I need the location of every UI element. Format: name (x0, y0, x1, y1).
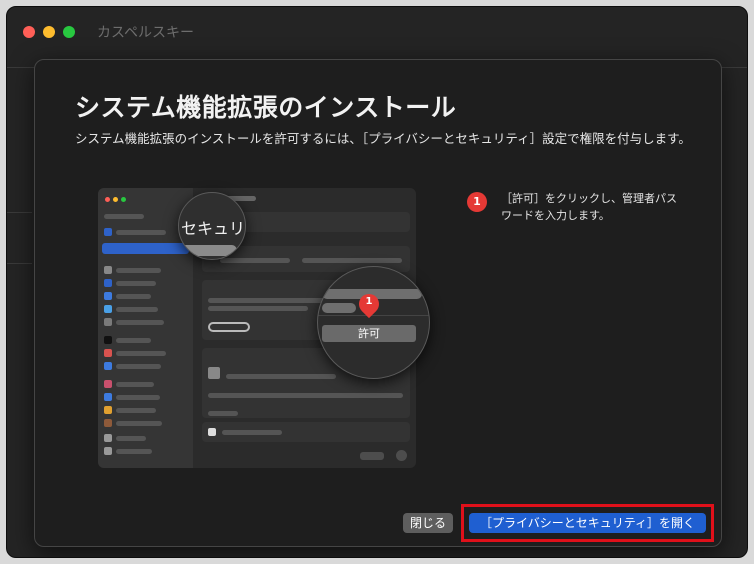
mock-sidebar-bar (116, 351, 166, 356)
mock-sidebar-bar (116, 230, 166, 235)
mock-sidebar-bar (116, 320, 164, 325)
highlight-frame: ［プライバシーとセキュリティ］を開く (461, 504, 714, 542)
background-divider (7, 212, 32, 213)
magnifier-divider (318, 315, 429, 316)
mock-sidebar-bar (116, 421, 162, 426)
mock-sidebar-icon (104, 406, 112, 414)
mock-sidebar-icon (104, 292, 112, 300)
mock-panel-bar (222, 430, 282, 435)
background-divider (7, 263, 32, 264)
magnifier-bar (179, 245, 237, 256)
mock-panel-bar (208, 298, 328, 303)
close-window-icon[interactable] (23, 26, 35, 38)
mock-panel-bar (226, 374, 336, 379)
magnifier-security-label: セキュリ (178, 192, 246, 260)
dialog-description: システム機能拡張のインストールを許可するには、［プライバシーとセキュリティ］設定… (75, 131, 691, 146)
mock-sidebar-bar (116, 364, 161, 369)
mock-sidebar-bar (116, 395, 160, 400)
mock-sidebar-bar (116, 382, 154, 387)
mock-sidebar-bar (116, 338, 151, 343)
mock-footer-button (360, 452, 384, 460)
mock-sidebar-icon (104, 305, 112, 313)
mock-sidebar-bar (116, 408, 156, 413)
mock-sidebar-bar (116, 294, 151, 299)
close-button[interactable]: 閉じる (403, 513, 453, 533)
mock-allow-button: 許可 (322, 325, 416, 342)
mock-sidebar-icon (104, 419, 112, 427)
pin-number: 1 (365, 296, 373, 307)
mock-panel-bar (208, 393, 403, 398)
titlebar: カスペルスキー (7, 7, 747, 53)
mock-selected-item (102, 243, 189, 254)
mock-search-bar (104, 214, 144, 219)
mock-panel-icon (208, 428, 216, 436)
mock-sidebar-icon (104, 266, 112, 274)
mock-sidebar-icon (104, 393, 112, 401)
app-title: カスペルスキー (97, 25, 195, 41)
mock-sidebar-bar (116, 449, 152, 454)
mock-sidebar-icon (104, 380, 112, 388)
mock-sidebar-icon (104, 447, 112, 455)
mock-sidebar-bar (116, 436, 146, 441)
mock-sidebar-icon (104, 279, 112, 287)
mock-minimize-dot (113, 197, 118, 202)
step-number-badge: 1 (467, 192, 487, 212)
mock-sidebar-bar (116, 281, 156, 286)
mock-help-icon (396, 450, 407, 461)
settings-illustration: セキュリ 1 許可 (98, 188, 430, 468)
mock-panel-bar (208, 306, 308, 311)
mock-panel-bar (208, 411, 238, 416)
mock-sidebar-icon (104, 318, 112, 326)
magnifier-allow-button: 1 許可 (317, 266, 430, 379)
mock-zoom-dot (121, 197, 126, 202)
mock-panel-icon (208, 367, 220, 379)
mock-panel-bar (220, 258, 290, 263)
mock-toggle (208, 322, 250, 332)
open-privacy-security-button[interactable]: ［プライバシーとセキュリティ］を開く (469, 513, 706, 533)
mock-sidebar-icon (104, 362, 112, 370)
magnifier-text: セキュリ (181, 219, 246, 238)
mock-panel-bar (302, 258, 402, 263)
mock-close-dot (105, 197, 110, 202)
mock-sidebar-icon (104, 349, 112, 357)
magnifier-bar (322, 303, 356, 313)
dialog-title: システム機能拡張のインストール (75, 93, 457, 122)
minimize-window-icon[interactable] (43, 26, 55, 38)
mock-sidebar-icon (104, 434, 112, 442)
mock-sidebar-bar (116, 307, 158, 312)
mock-sidebar-bar (116, 268, 161, 273)
zoom-window-icon[interactable] (63, 26, 75, 38)
mock-sidebar-icon (104, 336, 112, 344)
step-instruction: ［許可］をクリックし、管理者パスワードを入力します。 (501, 192, 677, 222)
install-extension-dialog: システム機能拡張のインストール システム機能拡張のインストールを許可するには、［… (34, 59, 722, 547)
mock-sidebar-icon (104, 228, 112, 236)
app-window: カスペルスキー システム機能拡張のインストール システム機能拡張のインストールを… (6, 6, 748, 558)
